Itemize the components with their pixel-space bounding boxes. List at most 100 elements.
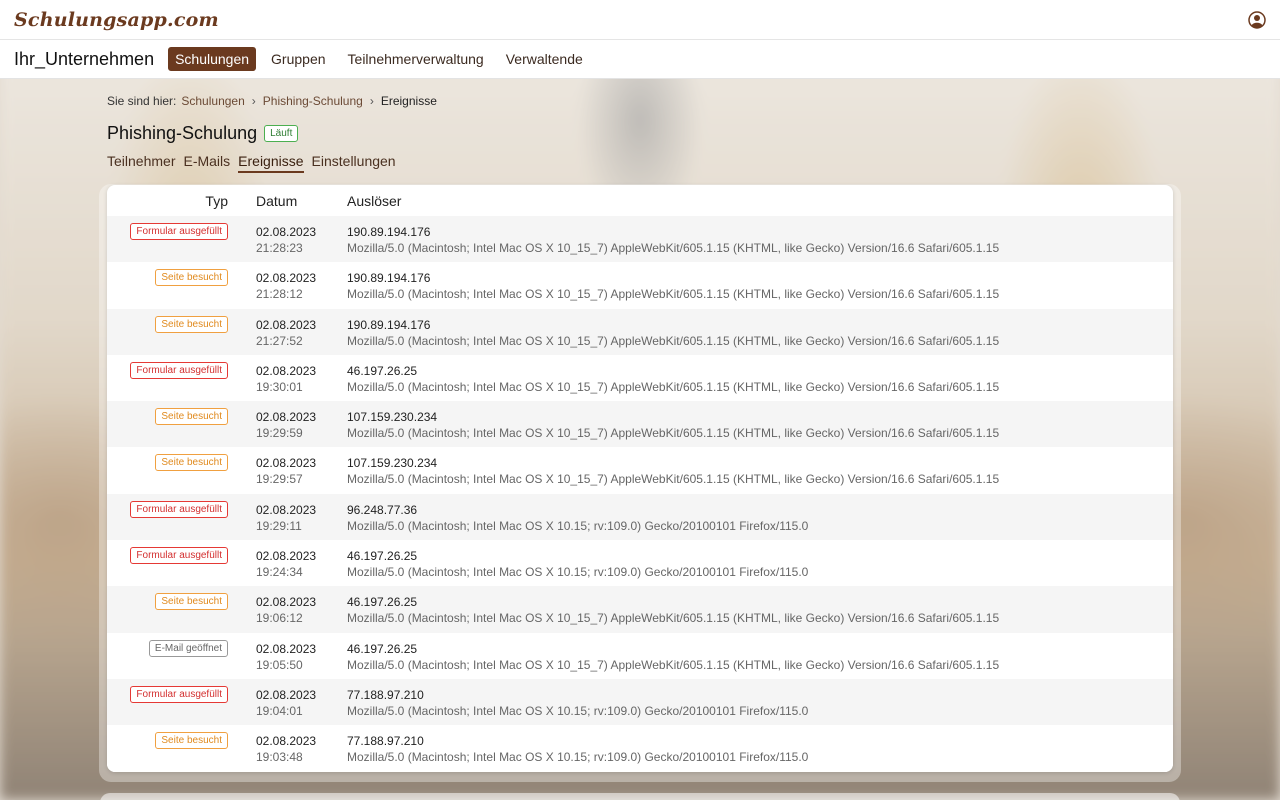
type-cell: Formular ausgefüllt [130,500,228,518]
date-cell: 02.08.2023 19:29:11 [256,502,316,534]
sub-tabs: Teilnehmer E-Mails Ereignisse Einstellun… [107,153,1173,173]
status-badge: Läuft [264,125,299,142]
type-cell: Seite besucht [155,732,228,750]
ip-address: 190.89.194.176 [347,225,431,239]
event-time: 19:29:11 [256,518,302,533]
ip-address: 96.248.77.36 [347,502,418,517]
type-cell: Formular ausgefüllt [130,223,228,240]
event-time: 19:03:48 [256,750,303,765]
event-date: 02.08.2023 [256,363,317,378]
user-agent: Mozilla/5.0 (Macintosh; Intel Mac OS X 1… [347,333,1000,348]
date-cell: 02.08.2023 19:29:57 [256,455,316,487]
tab-einstellungen[interactable]: Einstellungen [312,153,396,173]
trigger-cell: 77.188.97.210 Mozilla/5.0 (Macintosh; In… [347,687,808,719]
type-cell: Seite besucht [155,454,228,472]
app-logo[interactable]: Schulungsapp.com [14,9,219,31]
ip-address: 46.197.26.25 [347,549,418,564]
event-date: 02.08.2023 [256,687,317,702]
column-header-date[interactable]: Datum [256,193,297,209]
type-cell: Seite besucht [155,269,228,287]
breadcrumb: Sie sind hier: Schulungen › Phishing-Sch… [107,94,1173,108]
breadcrumb-prefix: Sie sind hier: [107,94,177,108]
chevron-right-icon: › [369,94,374,108]
event-type-badge: Seite besucht [155,732,228,750]
tab-teilnehmer[interactable]: Teilnehmer [107,153,175,173]
event-date: 02.08.2023 [256,734,317,749]
trigger-cell: 46.197.26.25 Mozilla/5.0 (Macintosh; Int… [347,641,999,673]
main-content: Sie sind hier: Schulungen › Phishing-Sch… [99,79,1181,782]
event-date: 02.08.2023 [256,595,317,610]
events-table: Typ Datum Auslöser Formular ausgefüllt 0… [107,185,1173,772]
event-date: 02.08.2023 [256,641,317,656]
user-agent: Mozilla/5.0 (Macintosh; Intel Mac OS X 1… [347,287,1000,302]
event-date: 02.08.2023 [256,502,317,517]
type-cell: Formular ausgefüllt [130,361,228,379]
event-date: 02.08.2023 [256,410,317,425]
trigger-cell: 46.197.26.25 Mozilla/5.0 (Macintosh; Int… [347,548,808,580]
event-time: 19:06:12 [256,611,303,626]
event-type-badge: Formular ausgefüllt [130,547,228,565]
title-row: Phishing-Schulung Läuft [107,123,1173,144]
event-time: 19:30:01 [256,379,303,394]
table-row[interactable]: Formular ausgefüllt 02.08.2023 19:24:34 … [107,540,1173,587]
column-header-type[interactable]: Typ [107,193,228,209]
type-cell: Formular ausgefüllt [130,685,228,703]
trigger-cell: 46.197.26.25 Mozilla/5.0 (Macintosh; Int… [347,363,999,395]
event-type-badge: Seite besucht [155,593,228,611]
table-row[interactable]: Formular ausgefüllt 02.08.2023 19:30:01 … [107,354,1173,402]
event-type-badge: Formular ausgefüllt [130,223,228,240]
ip-address: 77.188.97.210 [347,734,424,749]
event-date: 02.08.2023 [256,271,317,286]
nav-item-verwaltende[interactable]: Verwaltende [499,47,590,71]
event-date: 02.08.2023 [256,225,317,239]
table-row[interactable]: Formular ausgefüllt 02.08.2023 21:28:23 … [107,216,1173,263]
table-row[interactable]: Seite besucht 02.08.2023 19:29:59 107.15… [107,401,1173,448]
ip-address: 190.89.194.176 [347,271,431,286]
user-agent: Mozilla/5.0 (Macintosh; Intel Mac OS X 1… [347,426,1000,441]
ip-address: 107.159.230.234 [347,410,438,425]
breadcrumb-item-phishing-schulung[interactable]: Phishing-Schulung [263,94,363,108]
user-agent: Mozilla/5.0 (Macintosh; Intel Mac OS X 1… [347,518,809,533]
trigger-cell: 96.248.77.36 Mozilla/5.0 (Macintosh; Int… [347,502,808,534]
table-header: Typ Datum Auslöser [107,185,1173,216]
nav-item-schulungen[interactable]: Schulungen [168,47,257,71]
event-type-badge: Formular ausgefüllt [130,685,228,703]
event-time: 21:27:52 [256,333,303,348]
ip-address: 46.197.26.25 [347,363,418,378]
user-agent: Mozilla/5.0 (Macintosh; Intel Mac OS X 1… [347,657,1000,672]
company-name: Ihr_Unternehmen [14,48,155,69]
event-time: 19:29:57 [256,472,303,487]
tab-e-mails[interactable]: E-Mails [183,153,230,173]
trigger-cell: 190.89.194.176 Mozilla/5.0 (Macintosh; I… [347,224,999,256]
event-date: 02.08.2023 [256,317,317,332]
trigger-cell: 46.197.26.25 Mozilla/5.0 (Macintosh; Int… [347,594,999,626]
date-cell: 02.08.2023 19:24:34 [256,548,316,580]
ip-address: 107.159.230.234 [347,456,438,471]
table-row[interactable]: Formular ausgefüllt 02.08.2023 19:04:01 … [107,678,1173,726]
nav-item-gruppen[interactable]: Gruppen [264,47,332,71]
user-agent: Mozilla/5.0 (Macintosh; Intel Mac OS X 1… [347,241,1000,255]
table-row[interactable]: Formular ausgefüllt 02.08.2023 19:29:11 … [107,493,1173,541]
date-cell: 02.08.2023 19:03:48 [256,733,316,765]
date-cell: 02.08.2023 19:30:01 [256,363,316,395]
event-time: 19:05:50 [256,657,303,672]
table-row[interactable]: Seite besucht 02.08.2023 21:28:12 190.89… [107,262,1173,309]
main-nav: Ihr_Unternehmen Schulungen Gruppen Teiln… [0,40,1280,79]
type-cell: Seite besucht [155,315,228,333]
user-agent: Mozilla/5.0 (Macintosh; Intel Mac OS X 1… [347,611,1000,626]
tab-ereignisse[interactable]: Ereignisse [238,153,304,173]
user-icon[interactable] [1248,10,1266,29]
date-cell: 02.08.2023 19:05:50 [256,641,316,673]
trigger-cell: 107.159.230.234 Mozilla/5.0 (Macintosh; … [347,455,999,487]
table-row[interactable]: Seite besucht 02.08.2023 19:06:12 46.197… [107,586,1173,633]
table-row[interactable]: Seite besucht 02.08.2023 19:29:57 107.15… [107,447,1173,494]
table-row[interactable]: Seite besucht 02.08.2023 21:27:52 190.89… [107,308,1173,355]
user-agent: Mozilla/5.0 (Macintosh; Intel Mac OS X 1… [347,750,809,765]
user-agent: Mozilla/5.0 (Macintosh; Intel Mac OS X 1… [347,472,1000,487]
breadcrumb-item-schulungen[interactable]: Schulungen [181,94,244,108]
event-type-badge: Formular ausgefüllt [130,500,228,518]
column-header-trigger[interactable]: Auslöser [347,193,401,209]
table-row[interactable]: E-Mail geöffnet 02.08.2023 19:05:50 46.1… [107,632,1173,679]
table-row[interactable]: Seite besucht 02.08.2023 19:03:48 77.188… [107,725,1173,772]
nav-item-teilnehmerverwaltung[interactable]: Teilnehmerverwaltung [341,47,491,71]
